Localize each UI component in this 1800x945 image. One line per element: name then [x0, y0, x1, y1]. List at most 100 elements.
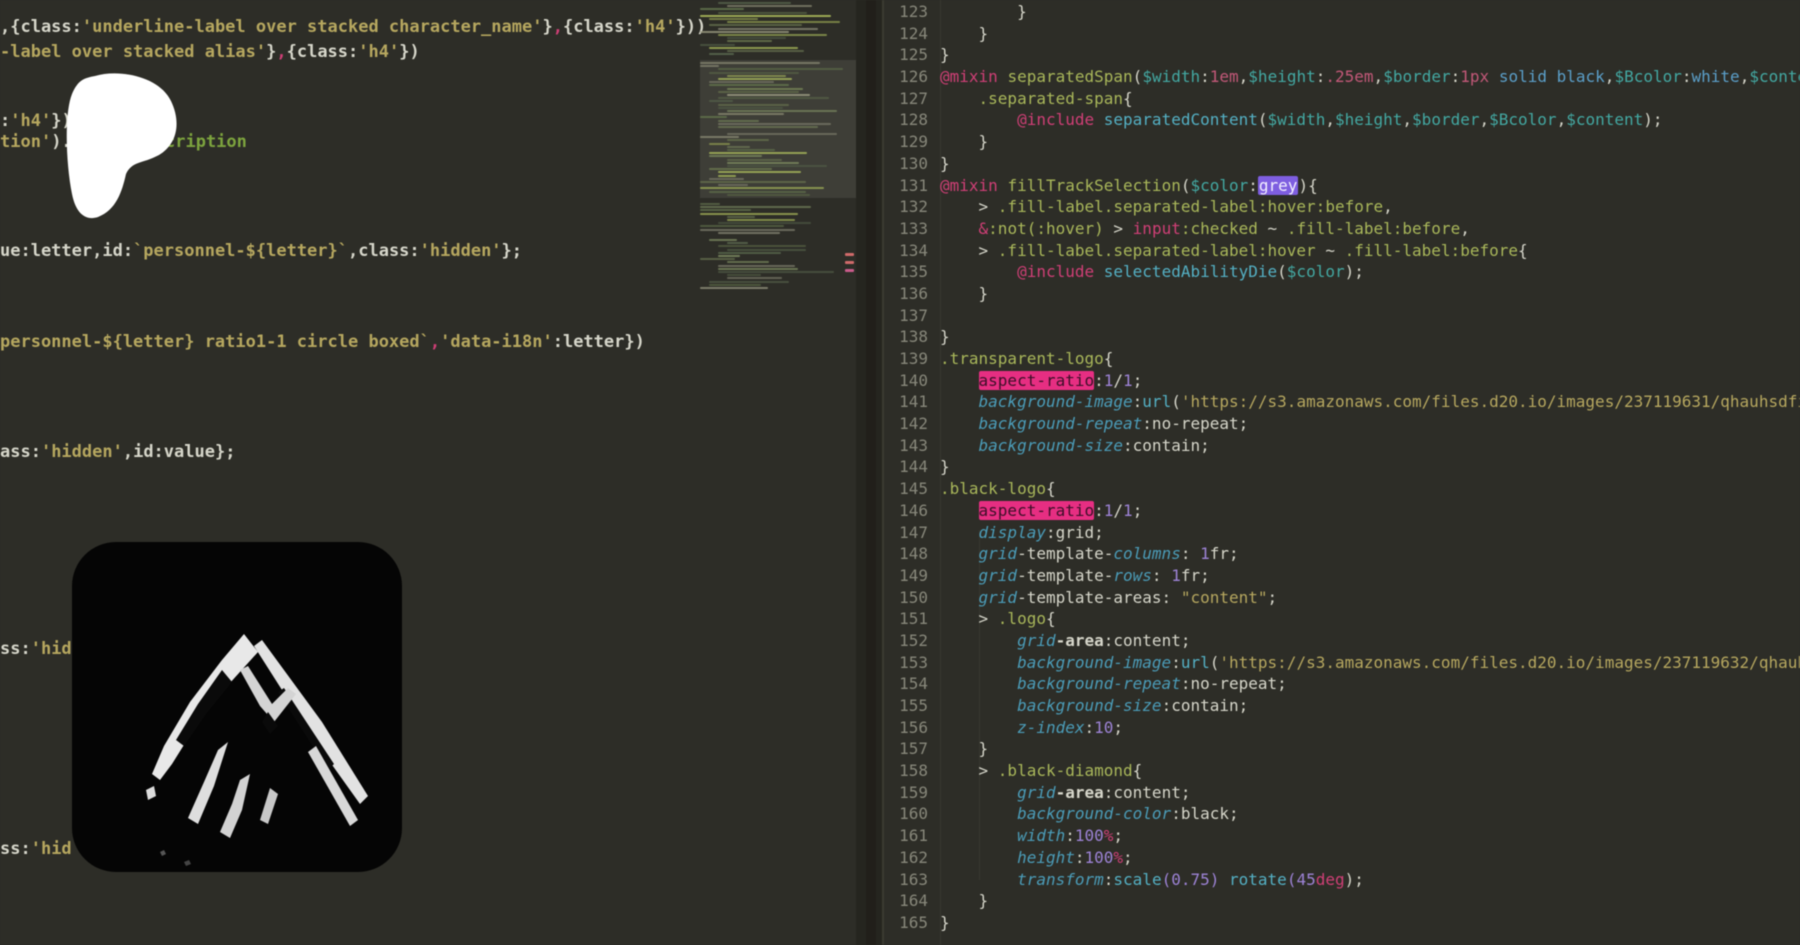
code-line[interactable]: 151 > .logo{	[884, 608, 1800, 630]
code-line[interactable]: 138}	[884, 326, 1800, 348]
code-line[interactable]: personnel-${letter} ratio1-1 circle boxe…	[0, 331, 645, 353]
code-text[interactable]: grid-template-areas: "content";	[940, 587, 1277, 609]
code-text[interactable]: }	[940, 1, 1027, 23]
code-text[interactable]: }	[940, 456, 950, 478]
code-line[interactable]: ss:'hid	[0, 638, 72, 660]
code-line[interactable]: 135 @include selectedAbilityDie($color);	[884, 261, 1800, 283]
code-line[interactable]: 124 }	[884, 23, 1800, 45]
code-text[interactable]: z-index:10;	[940, 717, 1123, 739]
code-line[interactable]: 162 height:100%;	[884, 847, 1800, 869]
code-line[interactable]: 163 transform:scale(0.75) rotate(45deg);	[884, 869, 1800, 891]
code-line[interactable]: 143 background-size:contain;	[884, 435, 1800, 457]
code-line[interactable]: 142 background-repeat:no-repeat;	[884, 413, 1800, 435]
code-line[interactable]: 146 aspect-ratio:1/1;	[884, 500, 1800, 522]
code-line[interactable]: 134 > .fill-label.separated-label:hover …	[884, 240, 1800, 262]
code-line[interactable]: 164 }	[884, 890, 1800, 912]
code-line[interactable]: 137	[884, 305, 1800, 327]
code-text[interactable]: display:grid;	[940, 522, 1104, 544]
code-token: .fill-label:before	[1345, 241, 1518, 260]
code-text[interactable]: background-color:black;	[940, 803, 1239, 825]
code-text[interactable]: > .fill-label.separated-label:hover ~ .f…	[940, 240, 1528, 262]
code-text[interactable]: @mixin separatedSpan($width:1em,$height:…	[940, 66, 1800, 88]
code-text[interactable]: @mixin fillTrackSelection($color:grey){	[940, 175, 1318, 197]
code-text[interactable]: }	[940, 326, 950, 348]
code-line[interactable]: 153 background-image:url('https://s3.ama…	[884, 652, 1800, 674]
code-line[interactable]: 139.transparent-logo{	[884, 348, 1800, 370]
code-text[interactable]: background-repeat:no-repeat;	[940, 673, 1287, 695]
code-line[interactable]: 147 display:grid;	[884, 522, 1800, 544]
code-text[interactable]: background-size:contain;	[940, 695, 1248, 717]
code-text[interactable]: }	[940, 283, 988, 305]
code-text[interactable]: grid-template-rows: 1fr;	[940, 565, 1210, 587]
code-text[interactable]: }	[940, 44, 950, 66]
code-line[interactable]: :'h4'})	[0, 110, 72, 132]
code-line[interactable]: ass:'hidden',id:value};	[0, 441, 235, 463]
code-text[interactable]: .transparent-logo{	[940, 348, 1113, 370]
code-line[interactable]: 152 grid-area:content;	[884, 630, 1800, 652]
code-text[interactable]: > .logo{	[940, 608, 1056, 630]
code-token: ;	[1133, 371, 1143, 390]
code-text[interactable]: aspect-ratio:1/1;	[940, 500, 1142, 522]
code-text[interactable]: background-image:url('https://s3.amazona…	[940, 652, 1800, 674]
right-editor-pane[interactable]: 123 }124 }125}126@mixin separatedSpan($w…	[884, 0, 1800, 945]
code-text[interactable]: }	[940, 23, 988, 45]
code-line[interactable]: 161 width:100%;	[884, 825, 1800, 847]
code-text[interactable]: @include selectedAbilityDie($color);	[940, 261, 1364, 283]
code-text[interactable]: }	[940, 890, 988, 912]
code-line[interactable]: 149 grid-template-rows: 1fr;	[884, 565, 1800, 587]
code-line[interactable]: 165}	[884, 912, 1800, 934]
code-line[interactable]: 157 }	[884, 738, 1800, 760]
code-line[interactable]: ue:letter,id:`personnel-${letter}`,class…	[0, 240, 522, 262]
code-line[interactable]: 158 > .black-diamond{	[884, 760, 1800, 782]
code-line[interactable]: 150 grid-template-areas: "content";	[884, 587, 1800, 609]
code-text[interactable]: &:not(:hover) > input:checked ~ .fill-la…	[940, 218, 1470, 240]
code-line[interactable]: 144}	[884, 456, 1800, 478]
code-line[interactable]: 133 &:not(:hover) > input:checked ~ .fil…	[884, 218, 1800, 240]
code-text[interactable]: width:100%;	[940, 825, 1123, 847]
code-line[interactable]: 140 aspect-ratio:1/1;	[884, 370, 1800, 392]
code-line[interactable]: 141 background-image:url('https://s3.ama…	[884, 391, 1800, 413]
scrollbar-track[interactable]	[866, 0, 876, 945]
code-line[interactable]: 136 }	[884, 283, 1800, 305]
code-line[interactable]: 148 grid-template-columns: 1fr;	[884, 543, 1800, 565]
code-text[interactable]: aspect-ratio:1/1;	[940, 370, 1142, 392]
code-text[interactable]: .separated-span{	[940, 88, 1133, 110]
code-text[interactable]: .black-logo{	[940, 478, 1056, 500]
code-line[interactable]: 154 background-repeat:no-repeat;	[884, 673, 1800, 695]
code-text[interactable]: background-image:url('https://s3.amazona…	[940, 391, 1800, 413]
code-line[interactable]: 160 background-color:black;	[884, 803, 1800, 825]
code-line[interactable]: 123 }	[884, 1, 1800, 23]
code-line[interactable]: -label over stacked alias'},{class:'h4'}…	[0, 41, 420, 63]
code-text[interactable]: height:100%;	[940, 847, 1133, 869]
code-line[interactable]: ss:'hid	[0, 838, 72, 860]
code-line[interactable]: 129 }	[884, 131, 1800, 153]
code-text[interactable]: grid-area:content;	[940, 782, 1190, 804]
code-line[interactable]: 131@mixin fillTrackSelection($color:grey…	[884, 175, 1800, 197]
code-line[interactable]: 130}	[884, 153, 1800, 175]
code-line[interactable]: 132 > .fill-label.separated-label:hover:…	[884, 196, 1800, 218]
code-line[interactable]: 155 background-size:contain;	[884, 695, 1800, 717]
code-text[interactable]: @include separatedContent($width,$height…	[940, 109, 1663, 131]
pane-divider[interactable]	[856, 0, 884, 945]
code-line[interactable]: 156 z-index:10;	[884, 717, 1800, 739]
code-text[interactable]: }	[940, 153, 950, 175]
code-line[interactable]: 159 grid-area:content;	[884, 782, 1800, 804]
code-line[interactable]: 127 .separated-span{	[884, 88, 1800, 110]
code-text[interactable]: }	[940, 131, 988, 153]
white-blob-image	[63, 73, 181, 221]
code-text[interactable]: grid-template-columns: 1fr;	[940, 543, 1239, 565]
code-text[interactable]: > .fill-label.separated-label:hover:befo…	[940, 196, 1393, 218]
code-text[interactable]: background-size:contain;	[940, 435, 1210, 457]
code-line[interactable]: ,{class:'underline-label over stacked ch…	[0, 16, 706, 38]
code-text[interactable]: > .black-diamond{	[940, 760, 1142, 782]
code-text[interactable]: }	[940, 738, 988, 760]
code-text[interactable]: }	[940, 912, 950, 934]
code-line[interactable]: 128 @include separatedContent($width,$he…	[884, 109, 1800, 131]
code-line[interactable]: 125}	[884, 44, 1800, 66]
code-line[interactable]: 126@mixin separatedSpan($width:1em,$heig…	[884, 66, 1800, 88]
code-text[interactable]: grid-area:content;	[940, 630, 1190, 652]
code-line[interactable]: 145.black-logo{	[884, 478, 1800, 500]
minimap[interactable]	[700, 0, 856, 300]
code-text[interactable]: background-repeat:no-repeat;	[940, 413, 1248, 435]
code-text[interactable]: transform:scale(0.75) rotate(45deg);	[940, 869, 1364, 891]
